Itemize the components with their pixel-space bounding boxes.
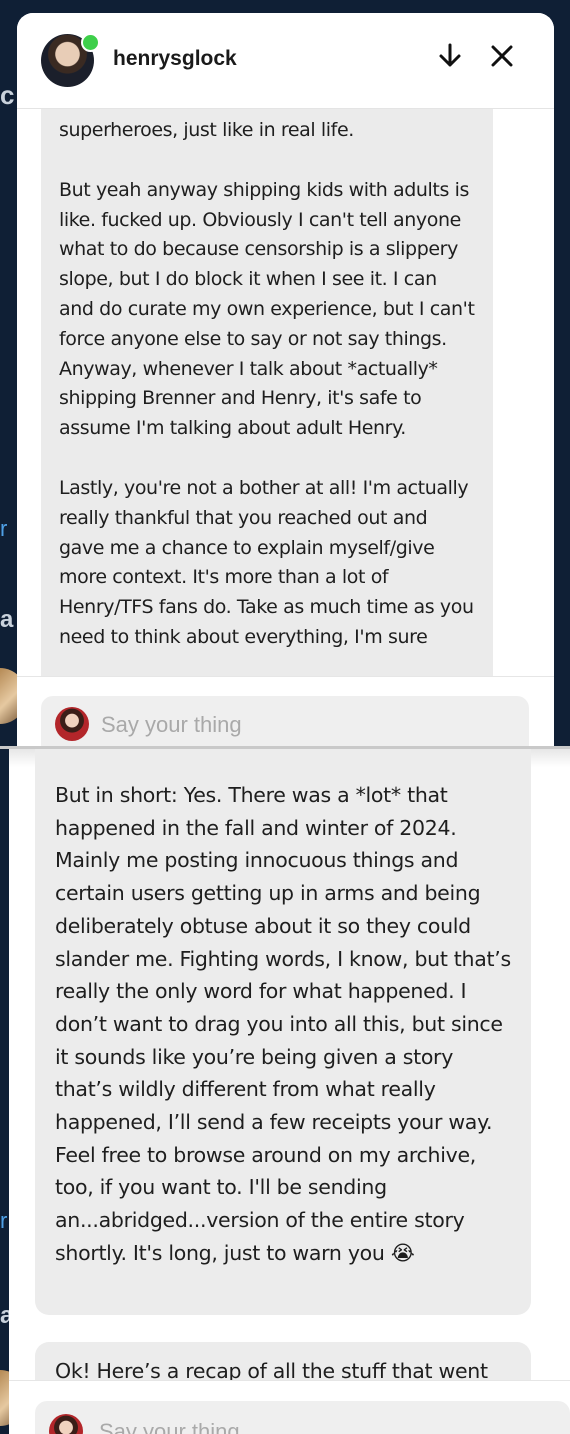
message-text: But in short: Yes. There was a *lot* tha… (55, 783, 511, 1265)
close-button[interactable] (485, 39, 519, 73)
scroll-down-button[interactable] (433, 39, 467, 73)
message-composer: Say your thing (17, 676, 554, 746)
message-input[interactable]: Say your thing (35, 1401, 570, 1434)
message-paragraph: Lastly, you're not a bother at all! I'm … (59, 476, 474, 648)
online-status-icon (81, 33, 100, 52)
message-paragraph: But yeah anyway shipping kids with adult… (59, 178, 475, 440)
message-input-placeholder: Say your thing (99, 1419, 240, 1434)
message-input-placeholder: Say your thing (101, 712, 242, 737)
chat-window-top: henrysglock superheroes, just like in re… (17, 13, 554, 746)
background-link-fragment: r (0, 1208, 8, 1233)
message-input[interactable]: Say your thing (41, 696, 529, 746)
message-composer: Say your thing (9, 1380, 570, 1434)
own-avatar (49, 1414, 83, 1434)
background-link-fragment: r (0, 516, 8, 541)
own-avatar (55, 707, 89, 741)
background-fragment: c (0, 80, 15, 110)
close-icon (491, 45, 513, 67)
message-paragraph: superheroes, just like in real life. (59, 119, 354, 141)
message-bubble: But in short: Yes. There was a *lot* tha… (35, 749, 531, 1315)
message-bubble: superheroes, just like in real life. But… (41, 103, 493, 703)
chat-window-bottom: But in short: Yes. There was a *lot* tha… (9, 749, 570, 1434)
chat-username[interactable]: henrysglock (113, 47, 237, 71)
arrow-down-icon (439, 43, 461, 67)
background-fragment: a (0, 606, 14, 633)
chat-header: henrysglock (17, 13, 554, 109)
